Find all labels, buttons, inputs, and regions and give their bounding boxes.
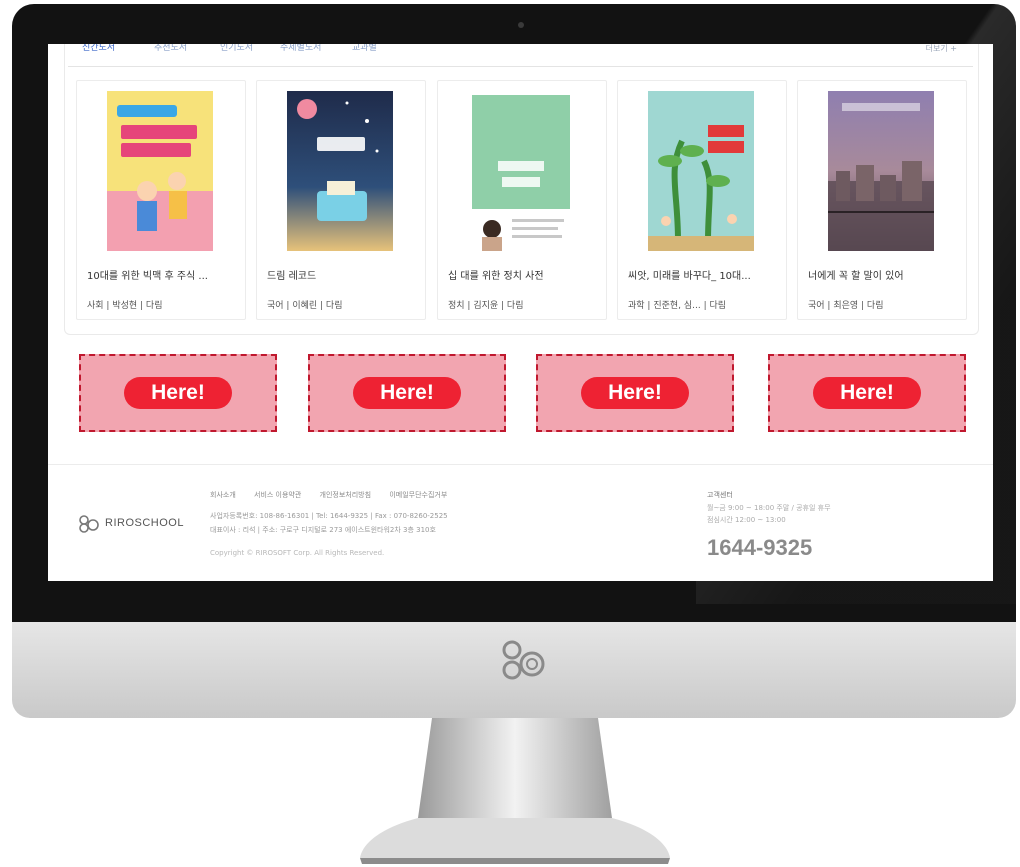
book-cover[interactable]: [648, 91, 754, 251]
book-title[interactable]: 드림 레코드: [267, 267, 417, 282]
tab-topic[interactable]: 주제별도서: [280, 44, 321, 64]
book-cover[interactable]: [828, 91, 934, 251]
book-card[interactable]: 너에게 꼭 할 말이 있어 국어 | 최은영 | 다림: [797, 80, 967, 320]
placeholder-slot[interactable]: Here!: [768, 354, 966, 432]
book-meta: 국어 | 최은영 | 다림: [808, 301, 884, 311]
placeholder-slot[interactable]: Here!: [79, 354, 277, 432]
book-card[interactable]: 십 대를 위한 정치 사전 정치 | 김지윤 | 다림: [437, 80, 607, 320]
copyright: Copyright © RIROSOFT Corp. All Rights Re…: [210, 549, 385, 557]
tab-popular[interactable]: 인기도서: [220, 44, 253, 64]
footer-link-company[interactable]: 회사소개: [210, 491, 236, 499]
tab-new-books[interactable]: 신간도서: [82, 44, 115, 64]
brand-name: RIROSCHOOL: [105, 517, 184, 529]
customer-center-title: 고객센터: [707, 491, 733, 499]
book-meta: 정치 | 김지윤 | 다림: [448, 301, 524, 311]
book-card[interactable]: 10대를 위한 빅맥 후 주식 ... 사회 | 박성현 | 다림: [76, 80, 246, 320]
here-button[interactable]: Here!: [353, 377, 461, 409]
customer-center-lunch: 점심시간 12:00 ~ 13:00: [707, 516, 786, 524]
footer-links: 회사소개 서비스 이용약관 개인정보처리방침 이메일무단수집거부: [210, 490, 463, 500]
customer-center-hours: 월~금 9:00 ~ 18:00 주말 / 공휴일 휴무: [707, 504, 831, 512]
book-card[interactable]: 드림 레코드 국어 | 이혜린 | 다림: [256, 80, 426, 320]
tab-subject[interactable]: 교과별: [352, 44, 377, 64]
customer-center-phone[interactable]: 1644-9325: [707, 535, 812, 561]
book-tabs: 신간도서 추천도서 인기도서 주제별도서 교과별 더보기 +: [68, 44, 973, 67]
footer-link-privacy[interactable]: 개인정보처리방침: [320, 491, 372, 499]
book-title[interactable]: 10대를 위한 빅맥 후 주식 ...: [87, 267, 237, 282]
book-meta: 국어 | 이혜린 | 다림: [267, 301, 343, 311]
book-meta: 과학 | 진준현, 심... | 다림: [628, 301, 727, 311]
more-link[interactable]: 더보기 +: [926, 44, 957, 54]
tab-recommended[interactable]: 추천도서: [154, 44, 187, 64]
footer-link-email-policy[interactable]: 이메일무단수집거부: [389, 491, 447, 499]
site-footer: RIROSCHOOL 회사소개 서비스 이용약관 개인정보처리방침 이메일무단수…: [48, 464, 993, 581]
here-button[interactable]: Here!: [124, 377, 232, 409]
footer-link-terms[interactable]: 서비스 이용약관: [254, 491, 301, 499]
book-meta: 사회 | 박성현 | 다림: [87, 301, 163, 311]
placeholder-slot[interactable]: Here!: [536, 354, 734, 432]
book-title[interactable]: 씨앗, 미래를 바꾸다_ 10대...: [628, 267, 778, 282]
book-title[interactable]: 너에게 꼭 할 말이 있어: [808, 267, 958, 282]
here-button[interactable]: Here!: [813, 377, 921, 409]
company-info-line2: 대표이사 : 리석 | 주소: 구로구 디지털로 273 에이스트윈타워2차 3…: [210, 526, 436, 534]
here-button[interactable]: Here!: [581, 377, 689, 409]
webcam: [518, 22, 524, 28]
book-title[interactable]: 십 대를 위한 정치 사전: [448, 267, 598, 282]
company-info-line1: 사업자등록번호: 108-86-16301 | Tel: 1644-9325 |…: [210, 512, 448, 520]
riroschool-logo-icon: [79, 515, 99, 533]
book-card[interactable]: 씨앗, 미래를 바꾸다_ 10대... 과학 | 진준현, 심... | 다림: [617, 80, 787, 320]
monitor-stand: [360, 718, 670, 864]
book-cover[interactable]: [287, 91, 393, 251]
screen: 신간도서 추천도서 인기도서 주제별도서 교과별 더보기 + 10대를 위한 빅…: [48, 44, 993, 581]
placeholder-slot[interactable]: Here!: [308, 354, 506, 432]
book-cover[interactable]: [107, 91, 213, 251]
book-cover[interactable]: [468, 91, 574, 251]
riroschool-chin-logo-icon: [502, 640, 545, 680]
